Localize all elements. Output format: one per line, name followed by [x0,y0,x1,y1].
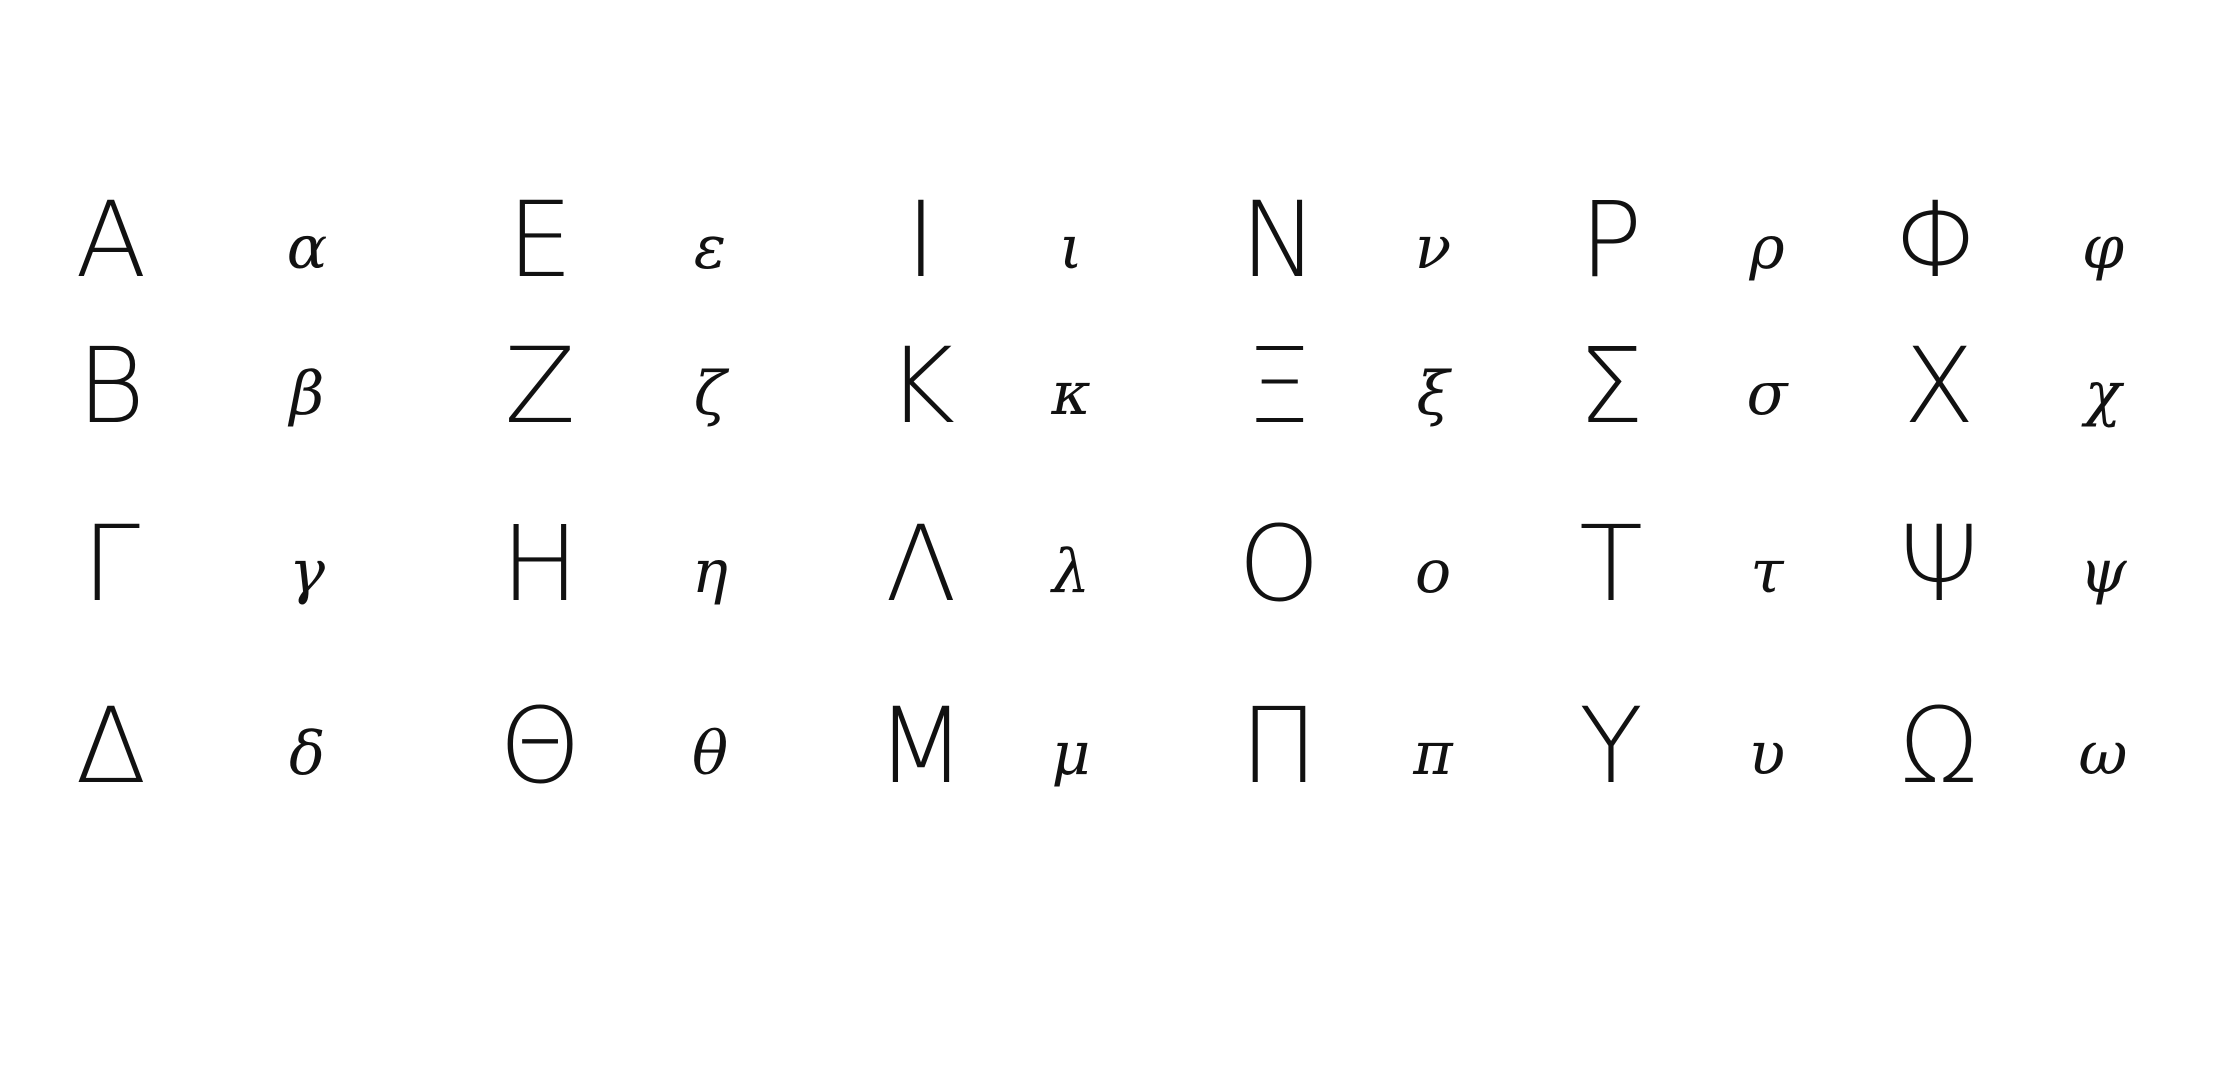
letter-upper: Κ [886,325,956,447]
letter-lower: ω [2078,719,2128,789]
letter-upper: Ω [1899,685,1979,807]
letter-upper: Φ [1894,179,1984,301]
letter-upper: Ζ [504,325,576,447]
handwritten-greek-alphabet-sheet: Αα Εε Ιι Νν Ρρ Φφ Ββ Ζζ Κκ Ξξ Σσ Χχ Γγ Ηη Λλ Οο Ττ Ψψ Δδ Θθ… [0,0,2220,1080]
letter-upper: Ρ [1579,179,1643,301]
letter-lower: ν [1414,213,1452,283]
letter-upper: Η [500,503,580,625]
letter-lower: β [289,359,325,429]
letter-lower: φ [2081,213,2125,283]
letter-lower: ο [1414,537,1452,607]
letter-lower: ρ [1749,213,1785,283]
letter-upper: Α [75,179,147,301]
letter-lower: η [692,537,728,607]
letter-lower: μ [1051,719,1091,789]
letter-upper: Ι [905,179,937,301]
letter-lower: υ [1748,719,1786,789]
letter-upper: Λ [885,503,957,625]
letter-upper: Σ [1578,325,1644,447]
letter-upper: Υ [1579,685,1643,807]
letter-upper: Ψ [1898,503,1980,625]
letter-lower: δ [288,719,326,789]
letter-lower: α [286,213,328,283]
letter-lower: ζ [693,359,727,429]
letter-lower: σ [1746,359,1788,429]
letter-lower: χ [2084,359,2122,429]
letter-upper: Δ [75,685,147,807]
letter-lower: θ [691,719,729,789]
letter-lower: ε [693,213,727,283]
letter-upper: Ο [1238,503,1320,625]
letter-lower: τ [1750,537,1784,607]
letter-lower: ψ [2079,537,2127,607]
letter-upper: Τ [1579,503,1643,625]
letter-lower: ι [1059,213,1083,283]
letter-upper: Ξ [1246,325,1312,447]
letter-upper: Γ [82,503,140,625]
letter-lower: γ [289,537,325,607]
letter-upper: Ε [507,179,573,301]
letter-upper: Β [76,325,146,447]
letter-lower: κ [1051,359,1091,429]
letter-upper: Μ [876,685,966,807]
letter-upper: Ν [1240,179,1318,301]
letter-upper: Θ [499,685,581,807]
letter-upper: Χ [1903,325,1975,447]
letter-lower: π [1413,719,1453,789]
letter-upper: Π [1239,685,1319,807]
letter-lower: λ [1051,537,1091,607]
letter-lower: ξ [1416,359,1450,429]
